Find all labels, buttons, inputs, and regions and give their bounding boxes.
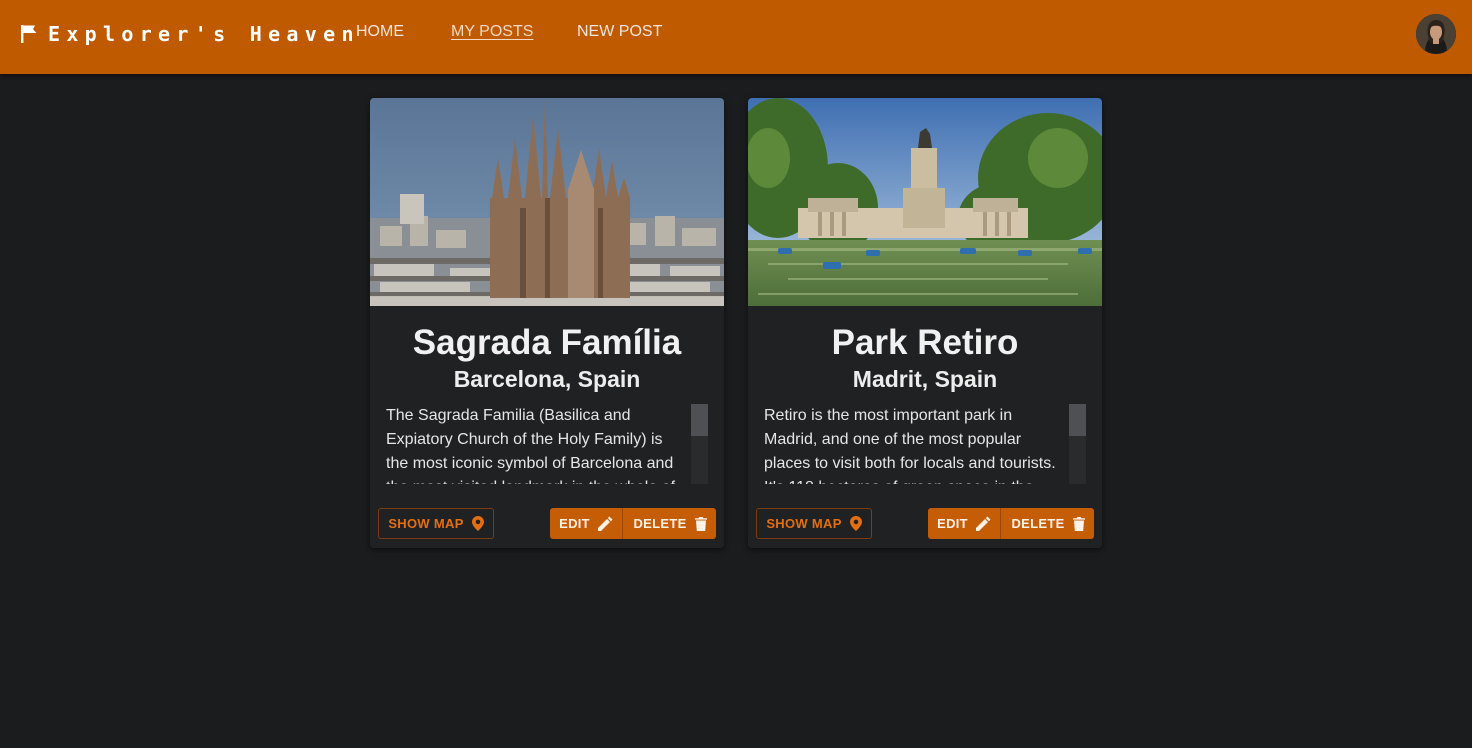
- trash-icon: [1072, 516, 1085, 531]
- post-title: Park Retiro: [831, 323, 1019, 362]
- show-map-label: SHOW MAP: [388, 516, 464, 531]
- edit-button[interactable]: EDIT: [928, 508, 1001, 539]
- post-card: Sagrada Família Barcelona, Spain The Sag…: [370, 98, 724, 548]
- brand-title: Explorer's Heaven: [48, 22, 360, 46]
- trash-icon: [694, 516, 707, 531]
- edit-label: EDIT: [937, 516, 968, 531]
- edit-button[interactable]: EDIT: [550, 508, 623, 539]
- show-map-label: SHOW MAP: [766, 516, 842, 531]
- user-avatar[interactable]: [1416, 14, 1456, 54]
- scrollbar-thumb[interactable]: [1069, 404, 1086, 436]
- post-card: Park Retiro Madrit, Spain Retiro is the …: [748, 98, 1102, 548]
- post-actions: EDIT DELETE: [928, 508, 1094, 539]
- map-pin-icon: [849, 516, 862, 531]
- show-map-button[interactable]: SHOW MAP: [756, 508, 872, 539]
- brand[interactable]: Explorer's Heaven: [20, 22, 360, 46]
- post-description: The Sagrada Familia (Basilica and Expiat…: [386, 407, 675, 484]
- nav-home[interactable]: HOME: [356, 23, 404, 45]
- post-location: Barcelona, Spain: [453, 366, 641, 392]
- map-pin-icon: [471, 516, 484, 531]
- post-location: Madrit, Spain: [852, 366, 998, 392]
- post-description-scroll[interactable]: Retiro is the most important park in Mad…: [764, 404, 1086, 484]
- app-bar: Explorer's Heaven HOME MY POSTS NEW POST: [0, 0, 1472, 74]
- show-map-button[interactable]: SHOW MAP: [378, 508, 494, 539]
- post-title: Sagrada Família: [412, 323, 682, 362]
- scrollbar-thumb[interactable]: [691, 404, 708, 436]
- nav-my-posts[interactable]: MY POSTS: [451, 23, 533, 45]
- flag-icon: [20, 24, 48, 44]
- post-actions: EDIT DELETE: [550, 508, 716, 539]
- post-description-scroll[interactable]: The Sagrada Familia (Basilica and Expiat…: [386, 404, 708, 484]
- post-image-sagrada-familia: [370, 98, 724, 306]
- pencil-icon: [597, 516, 613, 531]
- edit-label: EDIT: [559, 516, 590, 531]
- delete-label: DELETE: [633, 516, 687, 531]
- delete-label: DELETE: [1011, 516, 1065, 531]
- pencil-icon: [975, 516, 991, 531]
- nav-new-post[interactable]: NEW POST: [577, 23, 662, 45]
- delete-button[interactable]: DELETE: [624, 508, 716, 539]
- post-image-park-retiro: [748, 98, 1102, 306]
- delete-button[interactable]: DELETE: [1002, 508, 1094, 539]
- post-description: Retiro is the most important park in Mad…: [764, 407, 1056, 484]
